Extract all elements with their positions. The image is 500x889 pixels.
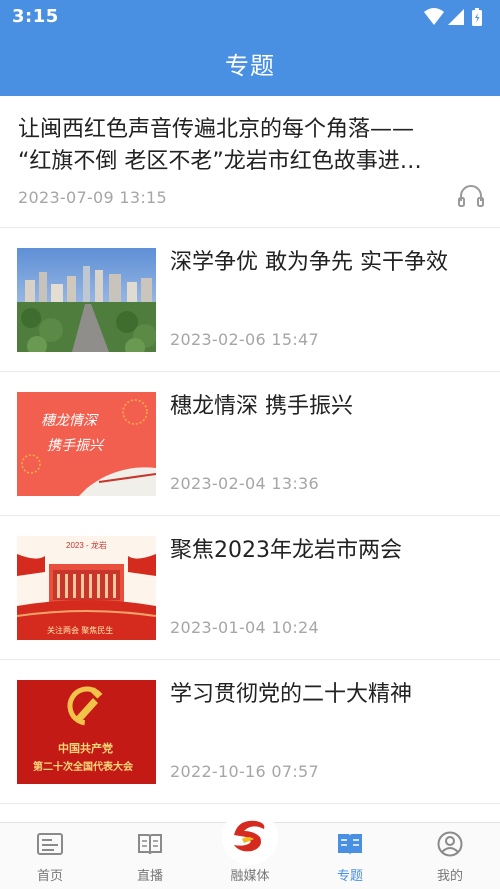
app-header: 3:15 专题 (0, 0, 500, 96)
nav-item-home[interactable]: 首页 (0, 823, 100, 889)
signal-icon (448, 9, 464, 25)
thumb-text-line1: 穗龙情深 (41, 413, 99, 429)
item-date: 2023-02-06 15:47 (170, 330, 319, 349)
item-title[interactable]: 学习贯彻党的二十大精神 (170, 678, 488, 712)
featured-title[interactable]: 让闽西红色声音传遍北京的每个角落—— “红旗不倒 老区不老”龙岩市红色故事进… (18, 114, 484, 178)
list-item[interactable]: 2023 - 龙岩 关注两会 聚焦民生 聚焦2023年龙岩市两会 2023-01… (0, 516, 500, 660)
wifi-icon (424, 8, 444, 25)
status-icons (424, 8, 482, 26)
featured-title-line2: “红旗不倒 老区不老”龙岩市红色故事进… (18, 149, 422, 174)
nav-label: 融媒体 (230, 869, 270, 884)
nav-label: 我的 (436, 869, 463, 884)
item-date: 2023-01-04 10:24 (170, 618, 319, 637)
nav-item-live[interactable]: 直播 (100, 823, 200, 889)
nav-item-media[interactable]: 融媒体 (200, 809, 300, 889)
thumb-text-line1: 中国共产党 (58, 741, 113, 755)
thumb-text-top: 2023 - 龙岩 (66, 540, 107, 550)
nav-item-topics[interactable]: 专题 (300, 823, 400, 889)
thumb-text-bottom: 关注两会 聚焦民生 (47, 625, 113, 635)
book-icon (138, 834, 162, 855)
nav-label: 专题 (336, 869, 363, 884)
item-title[interactable]: 穗龙情深 携手振兴 (170, 390, 488, 424)
status-bar: 3:15 (0, 0, 500, 34)
nav-label: 直播 (136, 869, 163, 884)
nav-item-profile[interactable]: 我的 (400, 823, 500, 889)
nav-label: 首页 (36, 869, 63, 884)
headphone-icon[interactable] (458, 184, 484, 208)
promo-thumbnail: 穗龙情深 携手振兴 (17, 392, 156, 496)
featured-title-line1: 让闽西红色声音传遍北京的每个角落—— (18, 117, 415, 142)
featured-article[interactable]: 让闽西红色声音传遍北京的每个角落—— “红旗不倒 老区不老”龙岩市红色故事进… … (0, 96, 500, 228)
city-thumbnail (17, 248, 156, 352)
party-congress-thumbnail: 中国共产党 第二十次全国代表大会 (17, 680, 156, 784)
bottom-nav: 首页 直播 融媒体 专题 我的 (0, 809, 500, 889)
user-icon (437, 831, 463, 857)
thumb-text-line2: 第二十次全国代表大会 (33, 760, 133, 773)
media-logo-icon (222, 809, 278, 865)
featured-date: 2023-07-09 13:15 (18, 188, 167, 207)
list-item[interactable]: 深学争优 敢为争先 实干争效 2023-02-06 15:47 (0, 228, 500, 372)
item-date: 2022-10-16 07:57 (170, 762, 319, 781)
item-title[interactable]: 聚焦2023年龙岩市两会 (170, 534, 488, 568)
page-title: 专题 (225, 52, 275, 80)
list-item[interactable]: 中国共产党 第二十次全国代表大会 学习贯彻党的二十大精神 2022-10-16 … (0, 660, 500, 804)
status-time: 3:15 (12, 6, 59, 27)
two-sessions-thumbnail: 2023 - 龙岩 关注两会 聚焦民生 (17, 536, 156, 640)
thumb-text-line2: 携手振兴 (47, 438, 105, 454)
topic-book-icon (338, 834, 362, 855)
item-title[interactable]: 深学争优 敢为争先 实干争效 (170, 246, 488, 280)
news-icon (37, 833, 63, 855)
list-item[interactable]: 穗龙情深 携手振兴 穗龙情深 携手振兴 2023-02-04 13:36 (0, 372, 500, 516)
item-date: 2023-02-04 13:36 (170, 474, 319, 493)
